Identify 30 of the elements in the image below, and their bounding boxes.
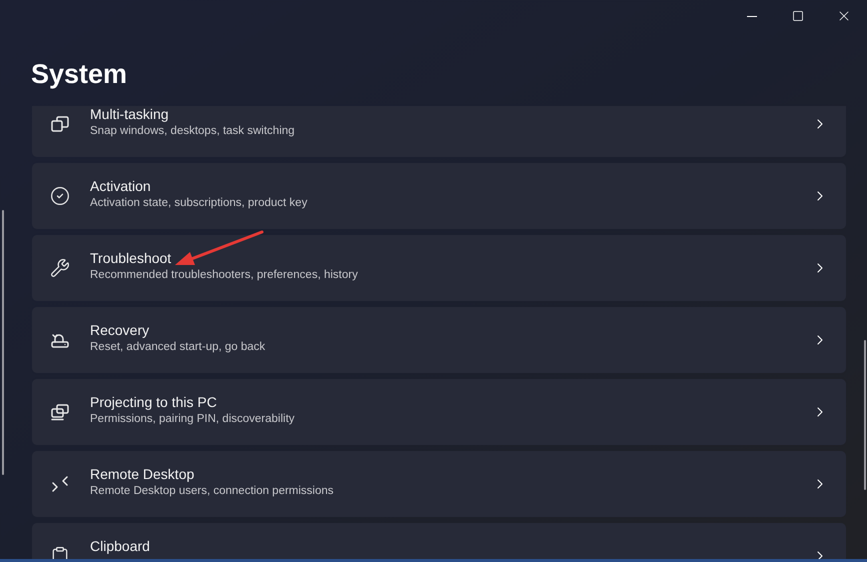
wrench-icon bbox=[50, 258, 70, 278]
settings-item[interactable]: Recovery Reset, advanced start-up, go back bbox=[32, 307, 846, 373]
settings-item[interactable]: Activation Activation state, subscriptions, product key bbox=[32, 163, 846, 229]
clipboard-icon bbox=[50, 546, 70, 562]
item-title: Multi-tasking bbox=[90, 106, 170, 123]
item-description: Permissions, pairing PIN, discoverability bbox=[90, 412, 296, 427]
item-description: Reset, advanced start-up, go back bbox=[90, 340, 266, 355]
check-circle-icon bbox=[50, 186, 70, 206]
item-title: Clipboard bbox=[90, 537, 151, 555]
left-scrollbar[interactable] bbox=[2, 210, 4, 475]
item-title: Projecting to this PC bbox=[90, 393, 218, 411]
settings-item[interactable]: Projecting to this PC Permissions, pairing PIN, discoverability bbox=[32, 379, 846, 445]
page-title: System bbox=[31, 58, 128, 91]
settings-item[interactable]: Remote Desktop Remote Desktop users, connection permissions bbox=[32, 451, 846, 517]
settings-item[interactable]: Clipboard bbox=[32, 523, 846, 562]
overlapping-windows-icon bbox=[50, 114, 70, 134]
remote-arrows-icon bbox=[50, 474, 70, 494]
item-title: Troubleshoot bbox=[90, 249, 172, 267]
item-description: Activation state, subscriptions, product key bbox=[90, 196, 308, 211]
maximize-icon bbox=[792, 10, 804, 22]
item-title: Activation bbox=[90, 177, 152, 195]
right-scrollbar[interactable] bbox=[864, 340, 866, 490]
item-title: Recovery bbox=[90, 321, 150, 339]
settings-item[interactable]: Multi-tasking Snap windows, desktops, task switching bbox=[32, 106, 846, 157]
item-description: Remote Desktop users, connection permissions bbox=[90, 484, 335, 499]
item-title: Remote Desktop bbox=[90, 465, 196, 483]
two-monitors-icon bbox=[50, 402, 70, 422]
settings-item[interactable]: Troubleshoot Recommended troubleshooters, preferences, history bbox=[32, 235, 846, 301]
item-description: Snap windows, desktops, task switching bbox=[90, 124, 296, 139]
item-description: Recommended troubleshooters, preferences, history bbox=[90, 268, 359, 283]
